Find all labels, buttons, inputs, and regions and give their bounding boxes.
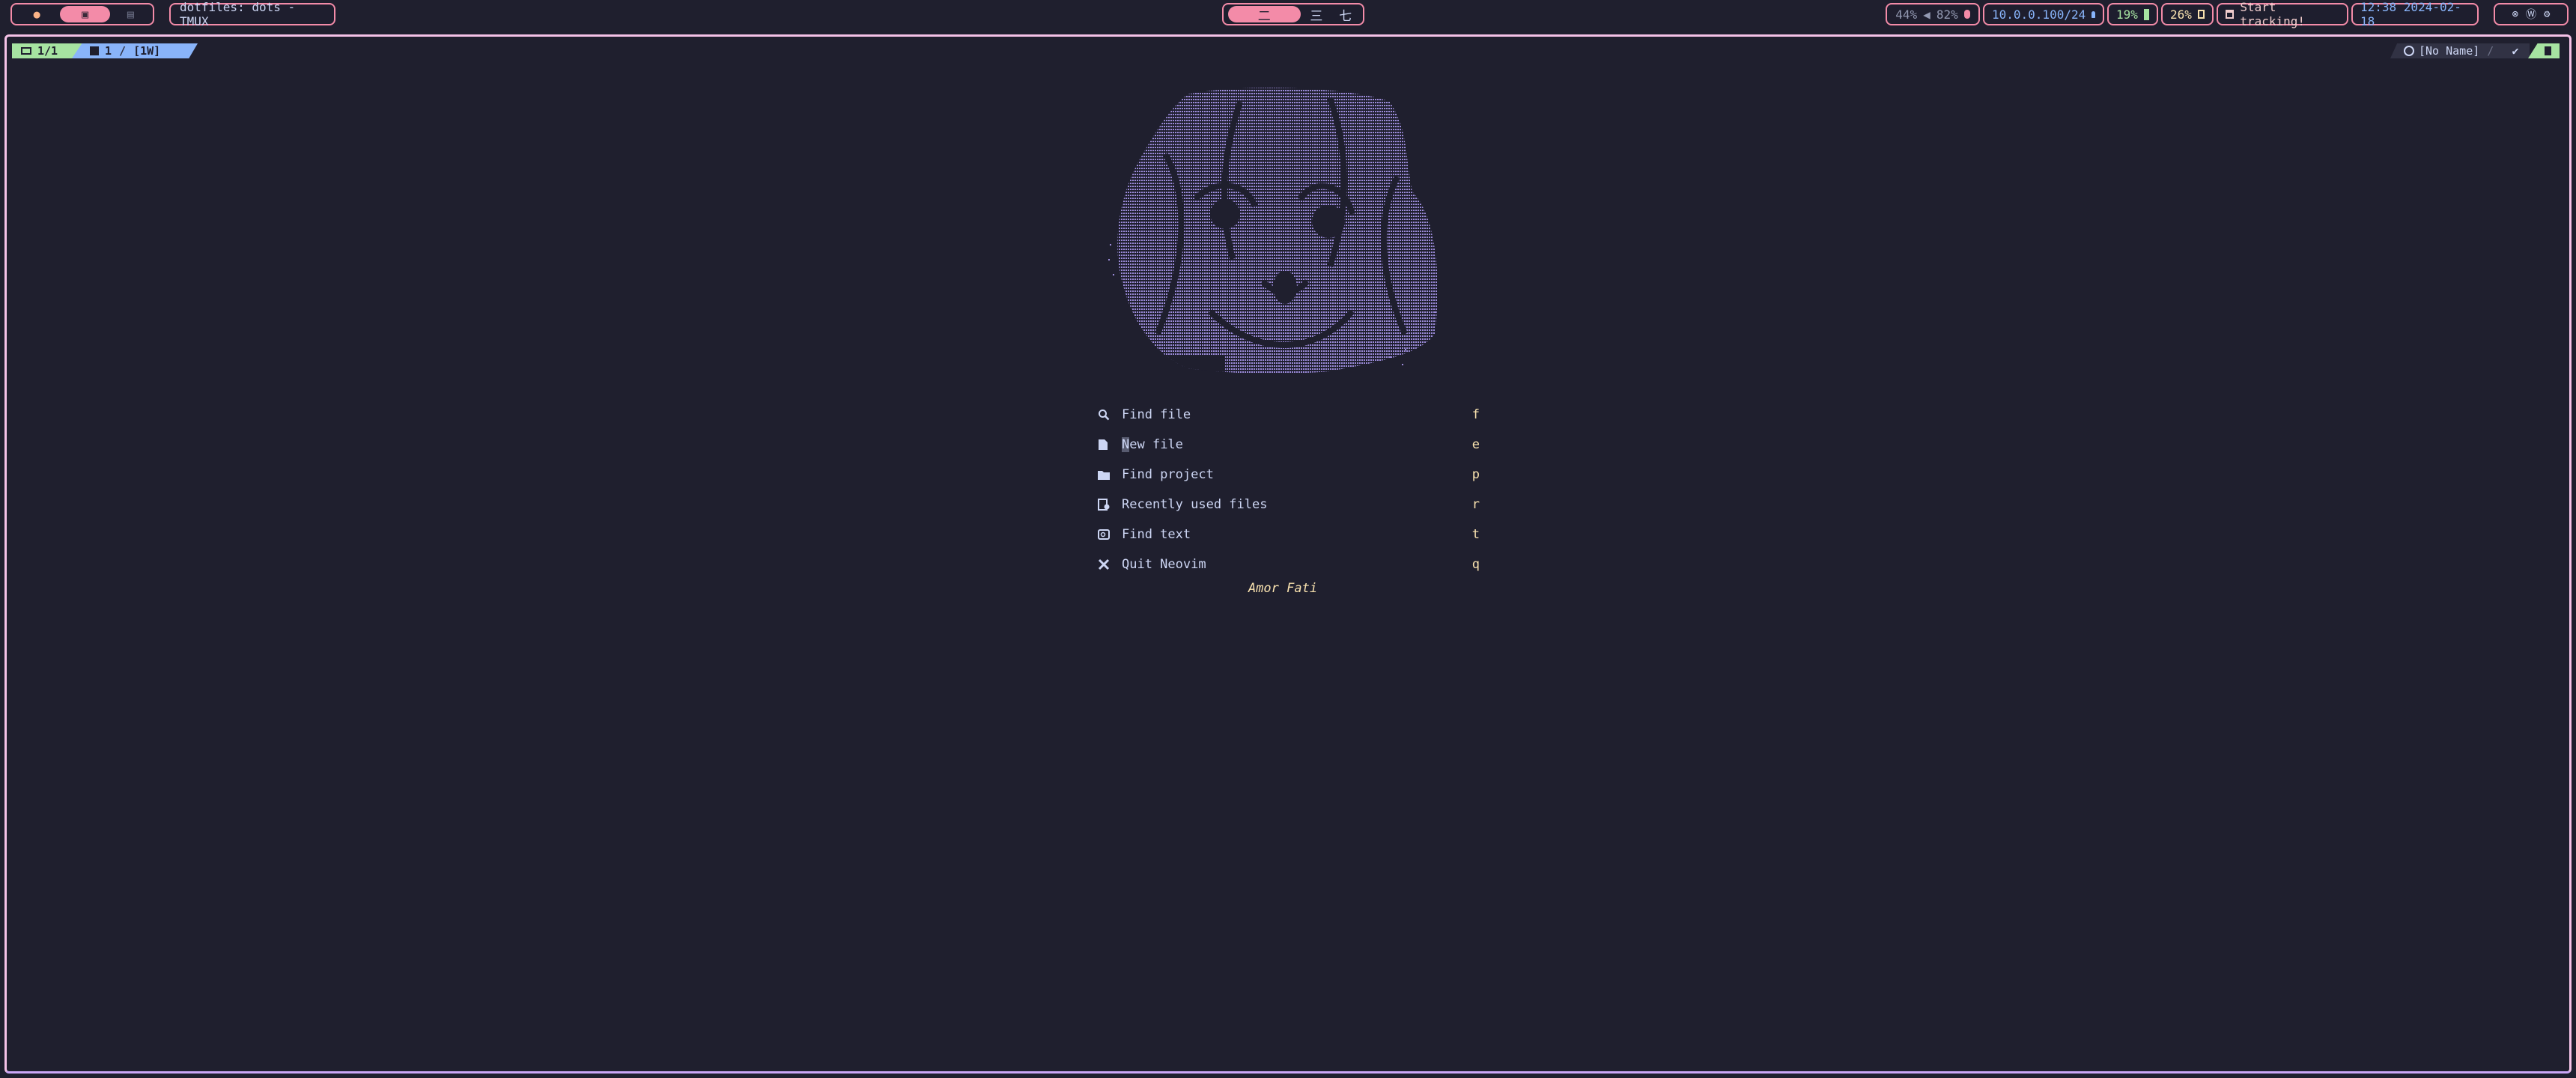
folder-icon [21,47,31,55]
tracking-label: Start tracking! [2240,0,2306,28]
dashboard-menu: Find file f New file e Find project p Re… [1098,400,1480,579]
calendar-icon [2226,10,2235,19]
menu-item-label: Find file [1122,407,1191,422]
menu-item-key: e [1471,437,1480,452]
folder-icon [1098,469,1122,480]
tmux-window-tab[interactable]: 1 / [1W] [72,43,198,58]
menu-item-key: q [1471,557,1480,572]
target-icon [2404,46,2414,56]
menu-item-label: Quit Neovim [1122,557,1206,572]
buffer-separator: / [2487,44,2494,58]
buffer-status: ✔ [2501,43,2530,58]
menu-item-new-file[interactable]: New file e [1098,430,1480,460]
search-icon [1098,409,1122,421]
file-icon [1098,439,1122,451]
history-icon [1098,499,1122,511]
workspace-firefox-icon[interactable]: ● [18,6,55,22]
window-name: [1W] [133,44,161,58]
menu-item-key: f [1471,407,1480,422]
mic-level: 82% [1936,7,1958,22]
battery-module[interactable]: 19% [2107,3,2158,25]
time-tracking-module[interactable]: Start tracking! [2217,0,2348,28]
audio-module[interactable]: 44% ◀ 82% [1886,3,1980,25]
menu-item-label-rest: ew file [1129,437,1183,452]
workspace-active[interactable]: ▣ [60,6,110,22]
file-icon [2544,46,2551,55]
system-topbar: ● ▣ ▤ dotfiles: dots - TMUX 二 三 七 44% ◀ … [0,0,2576,30]
cpu-module[interactable]: 26% [2161,3,2214,25]
speaker-icon: ◀ [1923,7,1931,22]
system-tray: ⊗ Ⓦ ⚙ [2494,3,2569,25]
text-search-icon [1098,529,1122,540]
dashboard-footer-quote: Amor Fati [1248,581,1318,596]
menu-item-key: p [1471,467,1480,482]
menu-item-label: Find text [1122,527,1191,542]
workspace-2[interactable]: 二 [1228,6,1301,24]
network-module[interactable]: 10.0.0.100/24 [1983,3,2104,25]
menu-item-label: Recently used files [1122,497,1268,512]
menu-item-recent-files[interactable]: Recently used files r [1098,490,1480,520]
workspace-inactive[interactable]: ▤ [115,6,147,22]
network-address: 10.0.0.100/24 [1992,7,2086,22]
check-icon: ✔ [2512,44,2519,58]
close-icon [1098,558,1122,570]
microphone-icon [1963,10,1970,19]
tray-app-icon[interactable]: ⊗ [2512,8,2518,20]
menu-item-find-file[interactable]: Find file f [1098,400,1480,430]
window-icon [90,46,99,55]
tab-separator: / [119,44,127,58]
menu-item-label: New file [1122,437,1183,452]
dashboard-ascii-art [1108,88,1438,374]
menu-item-key: t [1471,527,1480,542]
menu-item-key: r [1471,497,1480,512]
network-icon [2092,10,2095,18]
clock-module[interactable]: 12:38 2024-02-18 [2351,0,2479,28]
workspace-switcher-left: ● ▣ ▤ [10,3,154,25]
cpu-usage: 26% [2170,7,2192,22]
menu-item-label: Find project [1122,467,1214,482]
workspace-7[interactable]: 七 [1332,6,1358,24]
volume-level: 44% [1895,7,1918,22]
window-index: 1 [105,44,112,58]
cpu-icon [2197,10,2205,19]
session-counter: 1/1 [37,44,58,58]
clock-text: 12:38 2024-02-18 [2360,0,2461,28]
battery-icon [2143,8,2149,20]
menu-item-quit[interactable]: Quit Neovim q [1098,549,1480,579]
workspace-switcher-center: 二 三 七 [1222,3,1364,25]
buffer-name: [No Name] [2419,44,2480,58]
window-title-text: dotfiles: dots - TMUX [180,0,296,28]
workspace-3[interactable]: 三 [1304,6,1330,24]
tray-settings-icon[interactable]: ⚙ [2544,8,2550,20]
menu-item-find-project[interactable]: Find project p [1098,460,1480,490]
window-title: dotfiles: dots - TMUX [169,0,335,28]
tray-network-icon[interactable]: Ⓦ [2526,7,2536,22]
text-cursor: N [1122,437,1130,452]
menu-item-find-text[interactable]: Find text t [1098,520,1480,549]
battery-level: 19% [2116,7,2138,22]
